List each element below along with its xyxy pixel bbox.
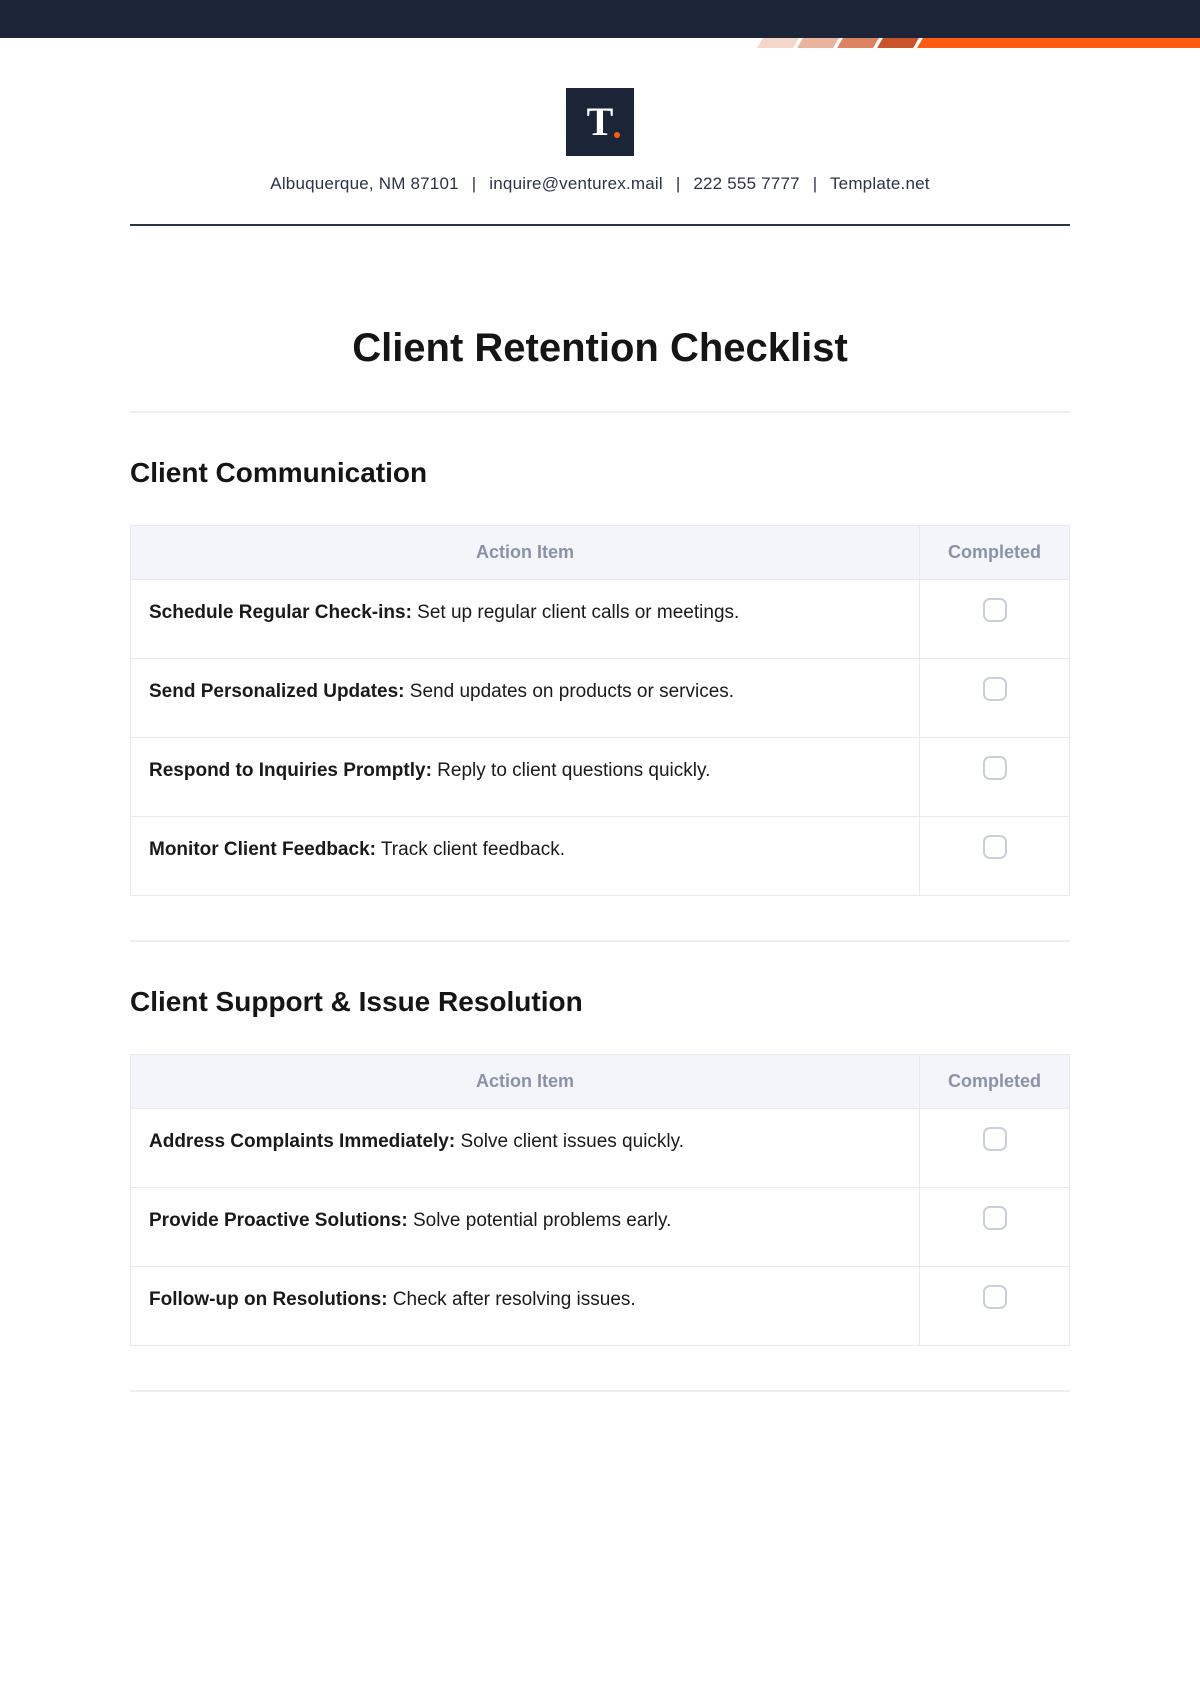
checkbox[interactable] — [983, 598, 1007, 622]
table-row: Schedule Regular Check-ins: Set up regul… — [131, 580, 1070, 659]
contact-site: Template.net — [830, 174, 930, 193]
action-item-title: Provide Proactive Solutions: — [149, 1210, 408, 1231]
column-header-action: Action Item — [131, 1055, 920, 1109]
action-item-desc: Set up regular client calls or meetings. — [412, 602, 739, 623]
table-row: Address Complaints Immediately: Solve cl… — [131, 1109, 1070, 1188]
action-item-cell: Provide Proactive Solutions: Solve poten… — [131, 1188, 920, 1267]
logo-dot-icon — [614, 132, 620, 138]
action-item-title: Respond to Inquiries Promptly: — [149, 760, 432, 781]
checkbox[interactable] — [983, 1127, 1007, 1151]
action-item-title: Follow-up on Resolutions: — [149, 1289, 388, 1310]
column-header-action: Action Item — [131, 526, 920, 580]
section-heading: Client Support & Issue Resolution — [130, 986, 1070, 1018]
contact-phone: 222 555 7777 — [693, 174, 799, 193]
document-body: T Albuquerque, NM 87101 | inquire@ventur… — [0, 38, 1200, 1392]
action-item-desc: Solve client issues quickly. — [455, 1131, 684, 1152]
page-title: Client Retention Checklist — [130, 326, 1070, 371]
table-row: Follow-up on Resolutions: Check after re… — [131, 1267, 1070, 1346]
title-divider — [130, 411, 1070, 413]
action-item-title: Send Personalized Updates: — [149, 681, 405, 702]
separator-icon: | — [472, 174, 477, 193]
section-heading: Client Communication — [130, 457, 1070, 489]
separator-icon: | — [813, 174, 818, 193]
column-header-completed: Completed — [920, 526, 1070, 580]
action-item-desc: Reply to client questions quickly. — [432, 760, 710, 781]
header-accent — [760, 38, 1200, 48]
contact-line: Albuquerque, NM 87101 | inquire@venturex… — [130, 174, 1070, 194]
checklist-table: Action ItemCompletedSchedule Regular Che… — [130, 525, 1070, 896]
completed-cell — [920, 738, 1070, 817]
table-row: Provide Proactive Solutions: Solve poten… — [131, 1188, 1070, 1267]
checkbox[interactable] — [983, 756, 1007, 780]
action-item-desc: Send updates on products or services. — [405, 681, 735, 702]
column-header-completed: Completed — [920, 1055, 1070, 1109]
table-row: Send Personalized Updates: Send updates … — [131, 659, 1070, 738]
completed-cell — [920, 659, 1070, 738]
action-item-title: Schedule Regular Check-ins: — [149, 602, 412, 623]
checkbox[interactable] — [983, 677, 1007, 701]
action-item-title: Monitor Client Feedback: — [149, 839, 376, 860]
brand-logo: T — [566, 88, 634, 156]
action-item-desc: Solve potential problems early. — [408, 1210, 672, 1231]
completed-cell — [920, 580, 1070, 659]
action-item-cell: Send Personalized Updates: Send updates … — [131, 659, 920, 738]
logo-letter: T — [587, 102, 614, 142]
checkbox[interactable] — [983, 1285, 1007, 1309]
action-item-desc: Track client feedback. — [376, 839, 565, 860]
header-bar — [0, 0, 1200, 38]
checkbox[interactable] — [983, 1206, 1007, 1230]
action-item-cell: Address Complaints Immediately: Solve cl… — [131, 1109, 920, 1188]
checklist-table: Action ItemCompletedAddress Complaints I… — [130, 1054, 1070, 1346]
action-item-cell: Follow-up on Resolutions: Check after re… — [131, 1267, 920, 1346]
completed-cell — [920, 1188, 1070, 1267]
checkbox[interactable] — [983, 835, 1007, 859]
table-row: Respond to Inquiries Promptly: Reply to … — [131, 738, 1070, 817]
header-rule — [130, 224, 1070, 226]
action-item-title: Address Complaints Immediately: — [149, 1131, 455, 1152]
completed-cell — [920, 817, 1070, 896]
table-row: Monitor Client Feedback: Track client fe… — [131, 817, 1070, 896]
action-item-desc: Check after resolving issues. — [388, 1289, 636, 1310]
section-divider — [130, 1390, 1070, 1392]
action-item-cell: Monitor Client Feedback: Track client fe… — [131, 817, 920, 896]
action-item-cell: Respond to Inquiries Promptly: Reply to … — [131, 738, 920, 817]
completed-cell — [920, 1267, 1070, 1346]
contact-address: Albuquerque, NM 87101 — [270, 174, 459, 193]
section-divider — [130, 940, 1070, 942]
action-item-cell: Schedule Regular Check-ins: Set up regul… — [131, 580, 920, 659]
completed-cell — [920, 1109, 1070, 1188]
contact-email: inquire@venturex.mail — [489, 174, 663, 193]
separator-icon: | — [676, 174, 681, 193]
